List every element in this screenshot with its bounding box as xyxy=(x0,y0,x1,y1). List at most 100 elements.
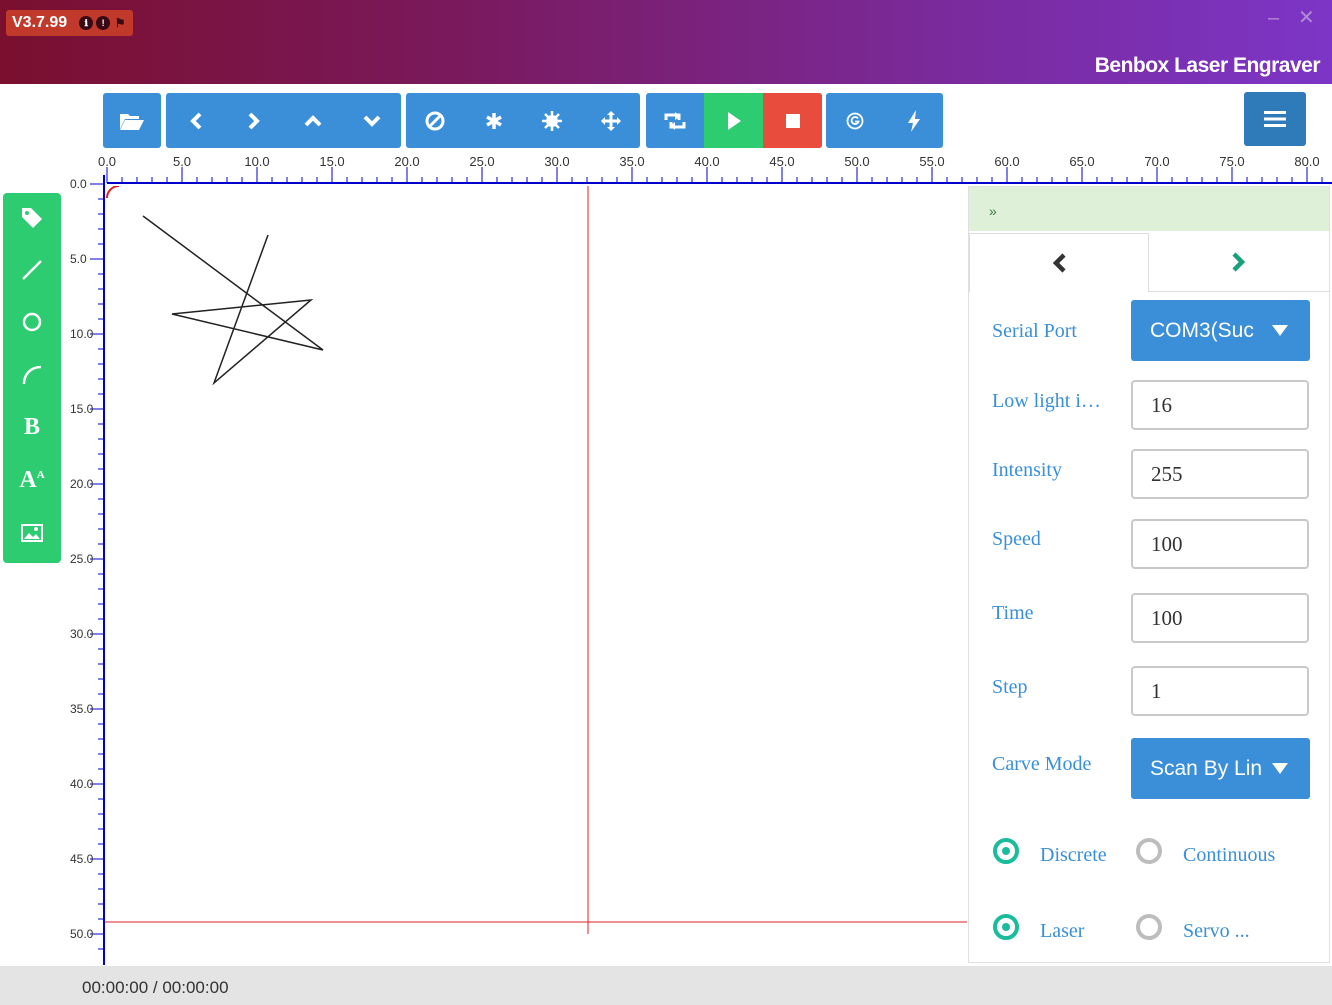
chevron-up-icon xyxy=(304,114,321,126)
y-ruler-label: 5.0 xyxy=(70,252,87,266)
x-ruler-label: 65.0 xyxy=(1069,154,1095,169)
x-ruler-label: 40.0 xyxy=(694,154,720,169)
move-down-button[interactable] xyxy=(342,93,401,148)
intensity-input[interactable]: 255 xyxy=(1131,449,1309,499)
y-ruler-label: 40.0 xyxy=(70,777,94,791)
step-input[interactable]: 1 xyxy=(1131,666,1309,716)
move-up-button[interactable] xyxy=(283,93,342,148)
y-ruler-label: 25.0 xyxy=(70,552,94,566)
x-ruler-label: 45.0 xyxy=(769,154,795,169)
move-right-button[interactable] xyxy=(225,93,283,148)
servo-radio[interactable] xyxy=(1136,914,1162,940)
x-ruler-label: 60.0 xyxy=(994,154,1020,169)
continuous-radio[interactable] xyxy=(1136,838,1162,864)
drawn-path[interactable] xyxy=(142,215,324,386)
vertical-ruler xyxy=(90,175,105,965)
line-tool-button[interactable] xyxy=(3,245,61,295)
settings-panel: » Serial Port COM3(Suc Low light i… 16 I… xyxy=(968,186,1330,963)
move-tool-button[interactable] xyxy=(581,93,640,148)
bold-text-tool-button[interactable]: B xyxy=(3,402,61,452)
y-ruler-label: 10.0 xyxy=(70,327,94,341)
x-ruler-label: 70.0 xyxy=(1144,154,1170,169)
alert-icon[interactable]: ! xyxy=(96,16,111,30)
intensity-label: Intensity xyxy=(992,459,1062,481)
menu-icon xyxy=(1264,111,1286,127)
title-bar: V3.7.99 ℹ ! ⚑ – ✕ Benbox Laser Engraver xyxy=(0,0,1332,84)
y-ruler-label: 45.0 xyxy=(70,852,94,866)
tab-previous[interactable] xyxy=(969,233,1149,292)
y-ruler-label: 30.0 xyxy=(70,627,94,641)
g-code-icon xyxy=(846,112,864,129)
asterisk-button[interactable] xyxy=(464,93,523,148)
speed-label: Speed xyxy=(992,528,1041,550)
serial-port-select[interactable]: COM3(Suc xyxy=(1131,300,1310,361)
close-button[interactable]: ✕ xyxy=(1298,8,1315,28)
chevron-left-icon xyxy=(189,112,201,129)
gcode-button[interactable] xyxy=(826,93,884,148)
arc-icon xyxy=(22,365,42,385)
speed-input[interactable]: 100 xyxy=(1131,519,1309,569)
continuous-label: Continuous xyxy=(1183,844,1276,866)
tab-next[interactable] xyxy=(1149,233,1329,292)
discrete-radio[interactable] xyxy=(993,838,1019,864)
sun-icon xyxy=(542,110,562,131)
main-menu-button[interactable] xyxy=(1244,92,1306,146)
x-ruler-label: 75.0 xyxy=(1219,154,1245,169)
ban-icon xyxy=(425,111,445,130)
y-ruler-label: 20.0 xyxy=(70,477,94,491)
laser-radio[interactable] xyxy=(993,914,1019,940)
play-button[interactable] xyxy=(704,93,763,148)
flag-icon[interactable]: ⚑ xyxy=(113,16,127,30)
x-ruler-label: 55.0 xyxy=(919,154,945,169)
toolbar-group-file xyxy=(103,93,161,148)
y-ruler-label: 35.0 xyxy=(70,702,94,716)
version-badge: V3.7.99 ℹ ! ⚑ xyxy=(6,10,134,36)
caret-down-icon xyxy=(1272,763,1288,774)
x-ruler-label: 15.0 xyxy=(319,154,345,169)
time-label: Time xyxy=(992,602,1034,624)
step-label: Step xyxy=(992,676,1028,698)
x-ruler-label: 5.0 xyxy=(172,154,192,169)
open-file-button[interactable] xyxy=(103,93,161,148)
arc-tool-button[interactable] xyxy=(3,350,61,400)
chevron-right-icon xyxy=(248,112,260,129)
servo-label: Servo ... xyxy=(1183,920,1250,942)
sun-button[interactable] xyxy=(523,93,581,148)
folder-open-icon xyxy=(120,113,144,130)
work-canvas[interactable] xyxy=(105,186,967,966)
info-icon[interactable]: ℹ xyxy=(79,16,94,30)
x-ruler-label: 35.0 xyxy=(619,154,645,169)
low-light-intensity-input[interactable]: 16 xyxy=(1131,380,1309,430)
circle-tool-button[interactable] xyxy=(3,297,61,347)
cancel-button[interactable] xyxy=(406,93,464,148)
repeat-button[interactable] xyxy=(646,93,704,148)
x-ruler-label: 20.0 xyxy=(394,154,420,169)
elapsed-time: 00:00:00 / 00:00:00 xyxy=(82,978,229,997)
discrete-label: Discrete xyxy=(1040,844,1107,866)
app-title: Benbox Laser Engraver xyxy=(1094,54,1321,77)
time-input[interactable]: 100 xyxy=(1131,593,1309,643)
bold-text-icon: B xyxy=(23,413,40,440)
tag-icon xyxy=(22,208,42,228)
move-left-button[interactable] xyxy=(166,93,225,148)
flash-button[interactable] xyxy=(884,93,943,148)
minimize-button[interactable]: – xyxy=(1268,8,1279,28)
image-tool-button[interactable] xyxy=(3,508,61,558)
status-bar: 00:00:00 / 00:00:00 xyxy=(0,966,1332,1005)
version-label: V3.7.99 xyxy=(12,14,68,31)
carve-mode-select[interactable]: Scan By Lin xyxy=(1131,738,1310,799)
y-ruler-label: 50.0 xyxy=(70,927,94,941)
collapse-panel-button[interactable]: » xyxy=(969,187,1329,231)
carve-mode-label: Carve Mode xyxy=(992,753,1092,775)
serial-port-label: Serial Port xyxy=(992,320,1077,342)
toolbar-group-move xyxy=(166,93,401,148)
x-ruler-label: 0.0 xyxy=(97,154,117,169)
caret-down-icon xyxy=(1272,325,1288,336)
stop-button[interactable] xyxy=(763,93,822,148)
text-tool-button[interactable]: AA xyxy=(3,455,61,505)
toolbar-group-tools xyxy=(406,93,640,148)
tag-tool-button[interactable] xyxy=(3,193,61,243)
retweet-icon xyxy=(664,111,686,130)
x-ruler-label: 80.0 xyxy=(1294,154,1320,169)
chevron-right-icon xyxy=(1232,252,1246,272)
